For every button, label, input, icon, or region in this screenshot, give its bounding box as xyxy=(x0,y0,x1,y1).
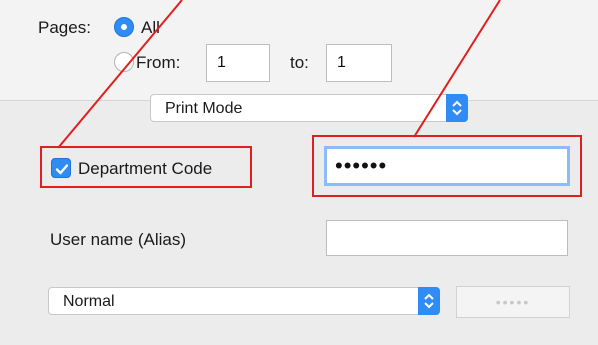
annotation-line-right xyxy=(413,0,501,138)
annotation-arrows xyxy=(57,0,501,149)
annotation-line-left xyxy=(57,0,183,149)
